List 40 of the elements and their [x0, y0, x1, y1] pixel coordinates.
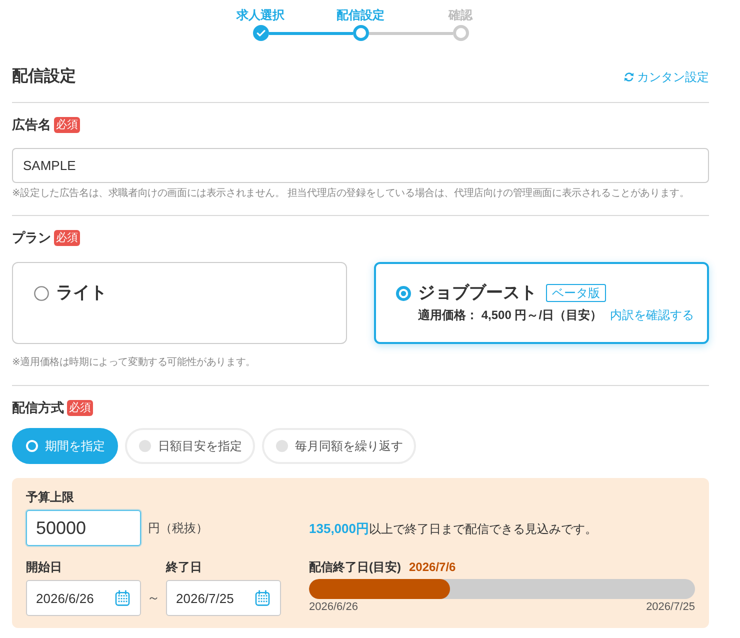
price-text: 適用価格： 4,500 円～/日（目安） [418, 307, 602, 323]
plan-card[interactable]: ライト [12, 262, 347, 344]
step-label: 配信設定 [336, 7, 384, 23]
field-note: ※適用価格は時期によって変動する可能性があります。 [12, 356, 256, 370]
plan-card[interactable]: ジョブブースト ベータ版 適用価格： 4,500 円～/日（目安） 内訳を確認する [374, 262, 709, 344]
method-option-button[interactable]: 日額目安を指定 [125, 428, 255, 464]
method-option-button[interactable]: 毎月同額を繰り返す [262, 428, 416, 464]
timeline-end-date: 2026/7/25 [646, 600, 695, 614]
end-date-field[interactable]: 2026/7/25 [166, 580, 281, 616]
required-badge: 必須 [54, 230, 80, 246]
required-badge: 必須 [54, 117, 80, 133]
currency-unit: 円（税抜） [148, 520, 208, 536]
beta-tag: ベータ版 [546, 284, 606, 302]
forecast-end-date: 2026/7/6 [409, 559, 456, 575]
field-label: プラン [12, 229, 51, 247]
required-badge: 必須 [67, 400, 93, 416]
ad-name-field[interactable]: SAMPLE [12, 148, 709, 183]
timeline-start-date: 2026/6/26 [309, 600, 358, 614]
field-label: 予算上限 [26, 489, 74, 505]
field-label: 配信方式 [12, 399, 64, 417]
field-label: 終了日 [166, 559, 202, 575]
ring-icon [26, 440, 38, 452]
start-date-field[interactable]: 2026/6/26 [26, 580, 141, 616]
step-label: 確認 [448, 7, 472, 23]
plan-name: ライト [56, 282, 107, 304]
field-note: ※設定した広告名は、求職者向けの画面には表示されません。 担当代理店の登録をしている場合は、代理店向けの管理画面に表示されることがあります。 [12, 186, 690, 201]
budget-estimate-text: 135,000円以上で終了日まで配信できる見込みです。 [309, 520, 597, 538]
dot-icon [139, 440, 151, 452]
calendar-icon [115, 590, 130, 606]
field-label: 広告名 [12, 116, 51, 134]
forecast-label: 配信終了日(目安) [309, 559, 401, 575]
range-separator: ～ [147, 589, 160, 607]
dot-icon [276, 440, 288, 452]
plan-name: ジョブブースト [418, 282, 537, 304]
budget-field[interactable]: 50000 [26, 510, 141, 546]
section-title: 配信設定 [12, 66, 76, 87]
calendar-icon [255, 590, 270, 606]
field-label: 開始日 [26, 559, 62, 575]
step-label: 求人選択 [236, 7, 284, 23]
refresh-icon [624, 72, 634, 82]
